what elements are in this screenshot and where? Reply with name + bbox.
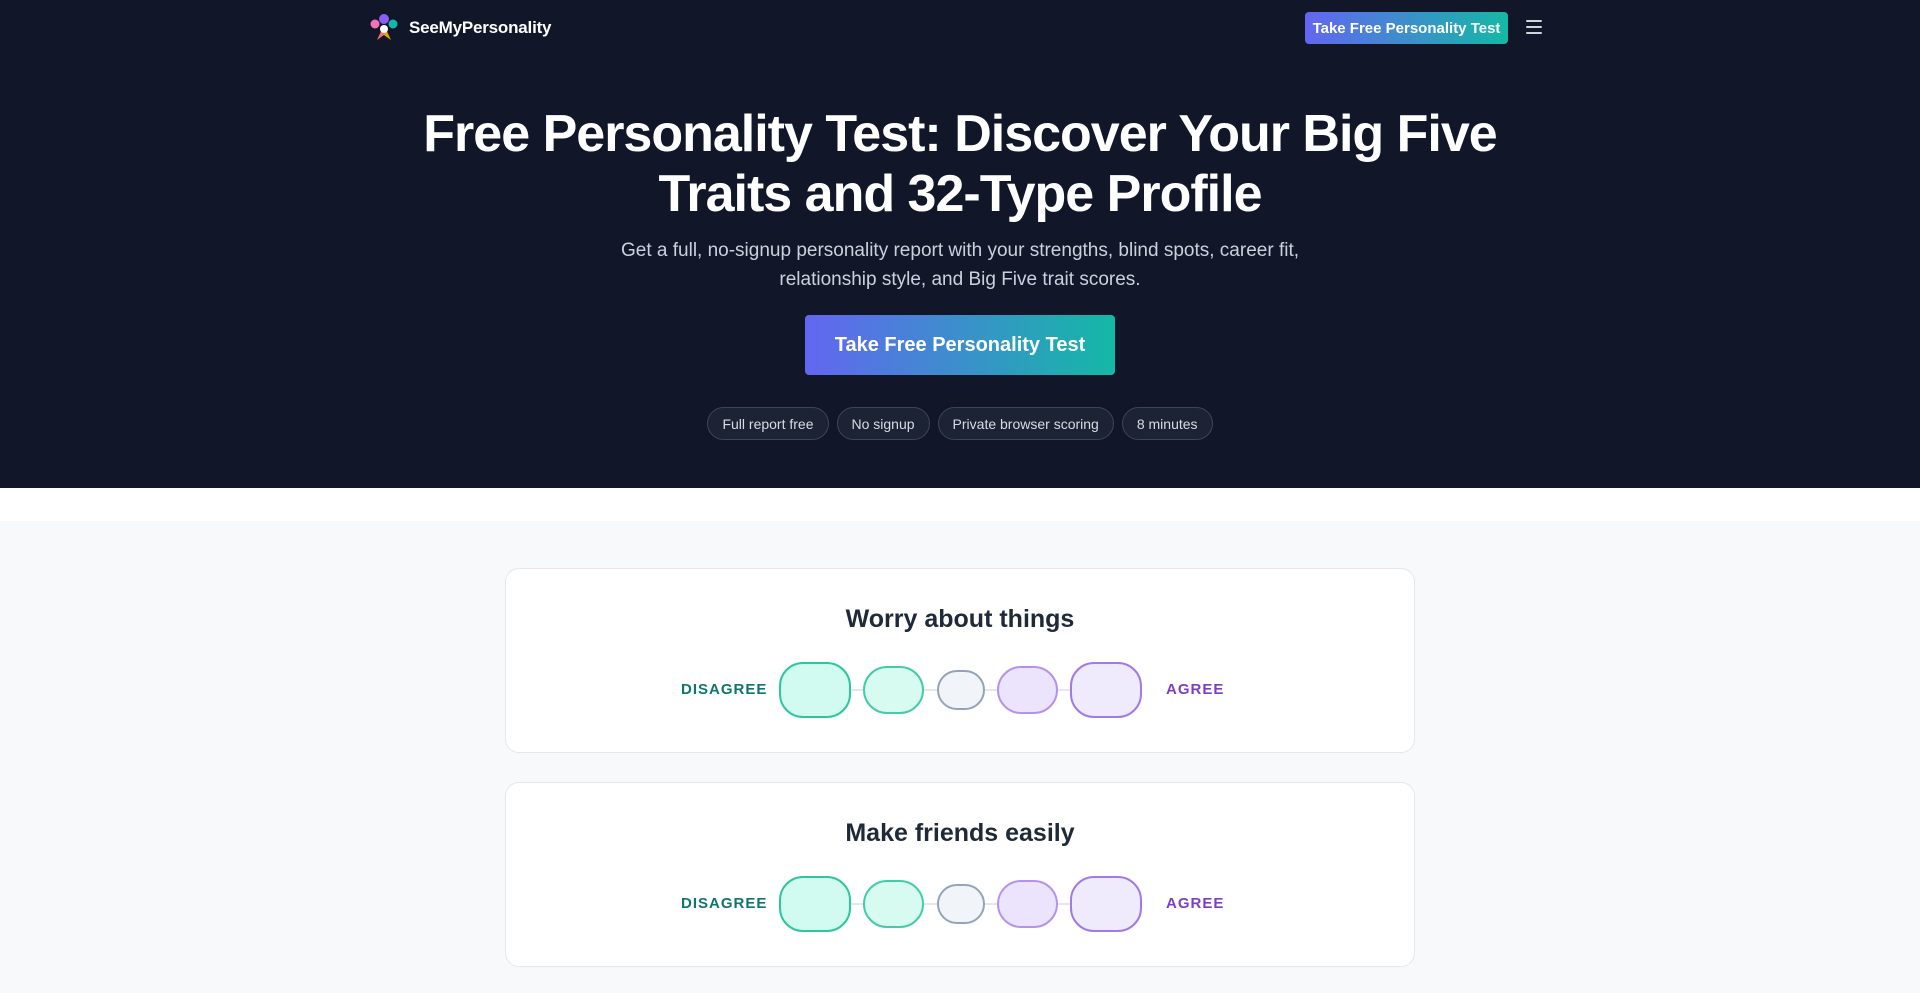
disagree-label: DISAGREE: [681, 895, 768, 912]
agree-label: AGREE: [1166, 681, 1225, 698]
section-divider: [0, 488, 1920, 521]
page-title: Free Personality Test: Discover Your Big…: [423, 105, 1497, 223]
chip-private-scoring: Private browser scoring: [937, 407, 1114, 440]
chip-duration: 8 minutes: [1121, 407, 1213, 440]
top-nav: SeeMyPersonality Take Free Personality T…: [0, 0, 1920, 56]
option-strongly-agree[interactable]: [1070, 662, 1142, 718]
option-neutral[interactable]: [937, 884, 985, 924]
option-disagree[interactable]: [863, 880, 924, 928]
question-card: Make friends easily DISAGREE AGREE: [505, 782, 1415, 967]
question-statement: Make friends easily: [845, 819, 1075, 847]
hero-section: SeeMyPersonality Take Free Personality T…: [0, 0, 1920, 488]
option-strongly-disagree[interactable]: [779, 662, 851, 718]
chip-full-report: Full report free: [707, 407, 829, 440]
option-strongly-disagree[interactable]: [779, 876, 851, 932]
question-card: Worry about things DISAGREE AGREE: [505, 568, 1415, 753]
nav-take-test-button[interactable]: Take Free Personality Test: [1305, 12, 1508, 44]
disagree-label: DISAGREE: [681, 681, 768, 698]
agree-label: AGREE: [1166, 895, 1225, 912]
likert-scale: DISAGREE AGREE: [506, 662, 1414, 718]
chip-no-signup: No signup: [836, 407, 930, 440]
feature-chips: Full report free No signup Private brows…: [0, 407, 1920, 440]
question-statement: Worry about things: [845, 605, 1075, 633]
option-strongly-agree[interactable]: [1070, 876, 1142, 932]
hamburger-menu-icon[interactable]: [1526, 20, 1542, 34]
brand-logo[interactable]: SeeMyPersonality: [369, 13, 552, 43]
option-neutral[interactable]: [937, 670, 985, 710]
hero-take-test-button[interactable]: Take Free Personality Test: [805, 315, 1115, 375]
logo-icon: [370, 14, 398, 40]
brand-name: SeeMyPersonality: [409, 18, 552, 37]
hero-subtitle: Get a full, no-signup personality report…: [621, 240, 1299, 290]
option-disagree[interactable]: [863, 666, 924, 714]
likert-scale: DISAGREE AGREE: [506, 876, 1414, 932]
option-agree[interactable]: [997, 880, 1058, 928]
option-agree[interactable]: [997, 666, 1058, 714]
